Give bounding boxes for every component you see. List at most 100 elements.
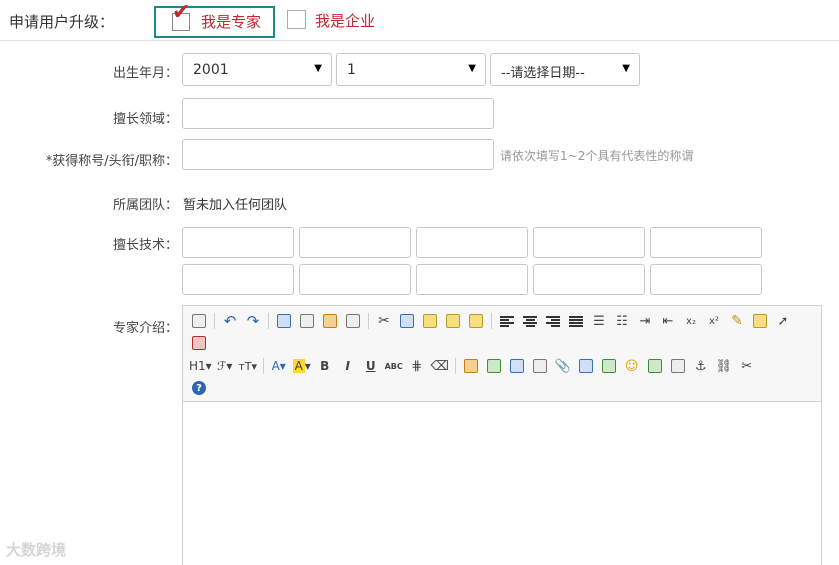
toolbar-row-1: ↶ ↷ ✂ ☰ ☷ ⇥ ⇤ x₂ x² ✎ ➚	[189, 311, 796, 331]
birth-month-value: 1	[347, 62, 356, 78]
strikethrough-icon[interactable]: ABC	[384, 356, 404, 376]
dropdown-arrow-icon: ▼	[314, 63, 322, 74]
title-input[interactable]	[182, 139, 494, 170]
team-label: 所属团队：	[112, 198, 178, 213]
superscript-icon[interactable]: x²	[704, 311, 724, 331]
insert-multi-image-icon[interactable]	[484, 356, 504, 376]
skill-input[interactable]	[299, 264, 411, 295]
undo-icon[interactable]: ↶	[220, 311, 240, 331]
editor-content-area[interactable]	[183, 402, 821, 565]
cursor-icon[interactable]: ➚	[773, 311, 793, 331]
dropdown-arrow-icon: ▼	[622, 63, 630, 74]
align-left-icon[interactable]	[497, 311, 517, 331]
copy-icon[interactable]	[397, 311, 417, 331]
birth-day-select[interactable]: --请选择日期-- ▼	[490, 53, 640, 86]
eraser-icon[interactable]: ⌫	[430, 356, 450, 376]
company-option-label: 我是企业	[315, 12, 376, 30]
insert-media-icon[interactable]	[530, 356, 550, 376]
insert-code-icon[interactable]	[599, 356, 619, 376]
link-icon[interactable]: ⛓	[714, 356, 734, 376]
anchor-icon[interactable]: ⚓	[691, 356, 711, 376]
clear-format-icon[interactable]: ✎	[727, 311, 747, 331]
toolbar-row-1b	[189, 333, 212, 353]
bold-icon[interactable]: B	[315, 356, 335, 376]
paste-text-icon[interactable]	[443, 311, 463, 331]
toolbar-separator	[262, 358, 264, 374]
page-break-icon[interactable]	[668, 356, 688, 376]
skill-input[interactable]	[416, 264, 528, 295]
skill-input[interactable]	[533, 264, 645, 295]
ordered-list-icon[interactable]: ☰	[589, 311, 609, 331]
paste-word-icon[interactable]	[466, 311, 486, 331]
intro-label: 专家介绍：	[112, 321, 178, 336]
outdent-icon[interactable]: ⇤	[658, 311, 678, 331]
align-center-icon[interactable]	[520, 311, 540, 331]
highlight-label: A	[292, 359, 305, 373]
birth-year-select[interactable]: 2001 ▼	[182, 53, 332, 86]
skills-label: 擅长技术：	[112, 238, 178, 253]
skill-input[interactable]	[416, 227, 528, 258]
rich-text-editor: ↶ ↷ ✂ ☰ ☷ ⇥ ⇤ x₂ x² ✎ ➚ H1 ▾ ℱ ▾ тT ▾ A …	[182, 305, 822, 565]
fullscreen-icon[interactable]	[189, 333, 209, 353]
expert-option-label: 我是专家	[201, 13, 262, 31]
skill-input[interactable]	[533, 227, 645, 258]
skill-input[interactable]	[299, 227, 411, 258]
apply-upgrade-label: 申请用户升级：	[9, 13, 115, 31]
watermark-logo: 大数跨境	[6, 541, 67, 559]
heading-dropdown[interactable]: H1 ▾	[189, 356, 212, 376]
unordered-list-icon[interactable]: ☷	[612, 311, 632, 331]
unlink-icon[interactable]: ✂	[737, 356, 757, 376]
company-checkbox[interactable]	[287, 10, 306, 29]
print-icon[interactable]	[297, 311, 317, 331]
preview-icon[interactable]	[274, 311, 294, 331]
insert-image-icon[interactable]	[461, 356, 481, 376]
toolbar-separator	[491, 313, 492, 329]
underline-icon[interactable]: U	[361, 356, 381, 376]
template-icon[interactable]	[320, 311, 340, 331]
italic-icon[interactable]: I	[338, 356, 358, 376]
highlight-dropdown[interactable]: A ▾	[292, 356, 312, 376]
horizontal-rule-icon[interactable]: ⋕	[407, 356, 427, 376]
upgrade-type-bar: 申请用户升级： ✔ 我是专家 我是企业	[0, 0, 839, 41]
font-color-dropdown[interactable]: A ▾	[269, 356, 289, 376]
field-input[interactable]	[182, 98, 494, 129]
expert-option[interactable]: ✔ 我是专家	[154, 2, 275, 38]
font-family-dropdown[interactable]: ℱ ▾	[215, 356, 235, 376]
font-size-dropdown[interactable]: тT ▾	[238, 356, 258, 376]
insert-flash-icon[interactable]	[507, 356, 527, 376]
toolbar-separator	[368, 313, 369, 329]
indent-icon[interactable]: ⇥	[635, 311, 655, 331]
dropdown-arrow-icon: ▼	[468, 63, 476, 74]
table-icon[interactable]	[576, 356, 596, 376]
birth-label: 出生年月：	[112, 66, 178, 81]
paste-icon[interactable]	[420, 311, 440, 331]
field-label: 擅长领域：	[112, 112, 178, 127]
birth-month-select[interactable]: 1 ▼	[336, 53, 486, 86]
skill-input[interactable]	[182, 227, 294, 258]
toolbar-row-2: H1 ▾ ℱ ▾ тT ▾ A ▾ A ▾ B I U ABC ⋕ ⌫ 📎 ☺ ⚓ ⛓	[189, 356, 760, 376]
skill-input[interactable]	[650, 227, 762, 258]
select-all-icon[interactable]	[750, 311, 770, 331]
align-right-icon[interactable]	[543, 311, 563, 331]
birth-year-value: 2001	[193, 62, 229, 78]
skill-input[interactable]	[650, 264, 762, 295]
toolbar-separator	[214, 313, 215, 329]
editor-toolbar: ↶ ↷ ✂ ☰ ☷ ⇥ ⇤ x₂ x² ✎ ➚ H1 ▾ ℱ ▾ тT ▾ A …	[183, 306, 821, 402]
attachment-icon[interactable]: 📎	[553, 356, 573, 376]
map-icon[interactable]	[645, 356, 665, 376]
heading-label: H1	[189, 359, 206, 373]
code-icon[interactable]	[343, 311, 363, 331]
emoticon-icon[interactable]: ☺	[622, 356, 642, 376]
redo-icon[interactable]: ↷	[243, 311, 263, 331]
help-label: ?	[192, 381, 206, 395]
title-hint: 请依次填写1~2个具有代表性的称谓	[500, 149, 694, 163]
subscript-icon[interactable]: x₂	[681, 311, 701, 331]
help-icon[interactable]: ?	[189, 378, 209, 398]
font-color-label: A	[271, 359, 280, 373]
checkmark-icon: ✔	[172, 0, 191, 25]
source-code-icon[interactable]	[189, 311, 209, 331]
align-justify-icon[interactable]	[566, 311, 586, 331]
birth-day-value: --请选择日期--	[501, 66, 585, 81]
skill-input[interactable]	[182, 264, 294, 295]
cut-icon[interactable]: ✂	[374, 311, 394, 331]
